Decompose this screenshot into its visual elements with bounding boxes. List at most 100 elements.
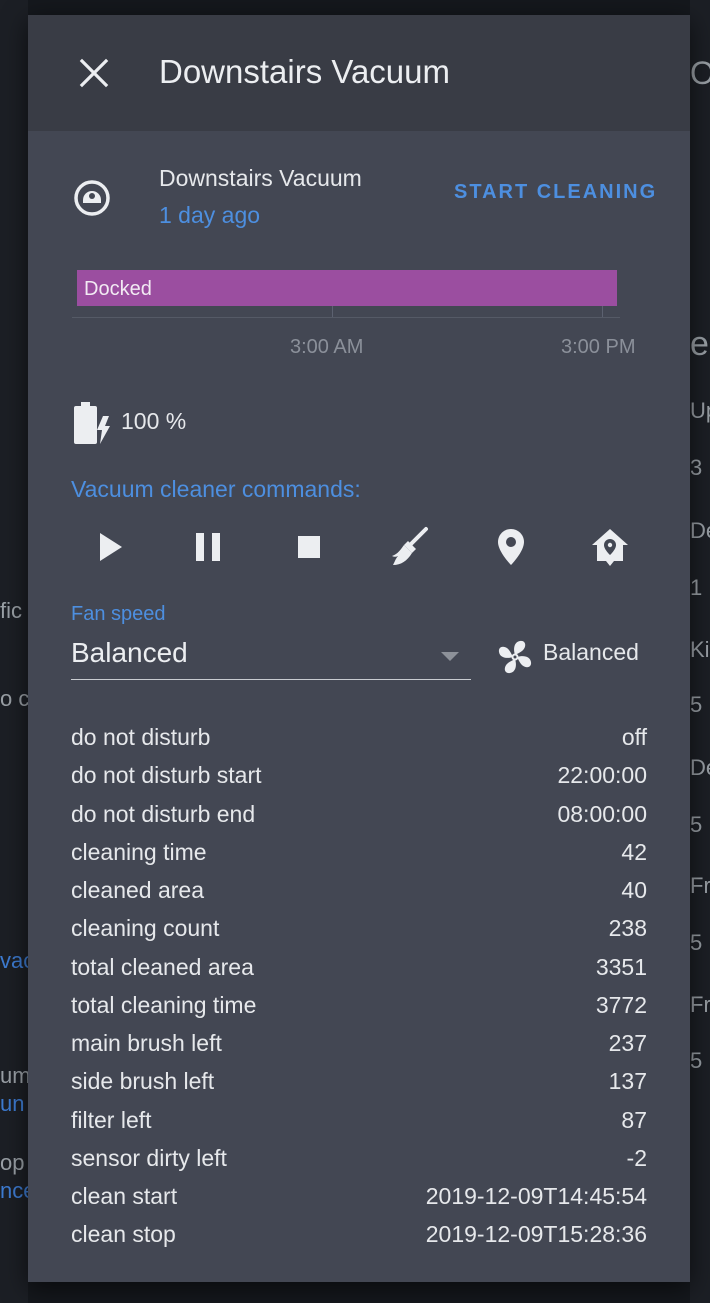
history-timeline: Docked 3:00 AM 3:00 PM: [72, 260, 652, 370]
locate-button[interactable]: [489, 525, 533, 569]
attribute-value: 08:00:00: [557, 800, 647, 827]
attribute-value: 42: [621, 838, 647, 865]
attribute-name: clean start: [71, 1183, 178, 1209]
home-map-marker-icon: [592, 529, 628, 566]
attribute-value: 137: [608, 1068, 647, 1095]
background-text: 1: [690, 575, 703, 600]
close-button[interactable]: [74, 53, 114, 93]
attribute-name: main brush left: [71, 1030, 222, 1056]
attribute-value: 40: [621, 877, 647, 903]
attribute-name: cleaning count: [71, 915, 220, 942]
attribute-value: 237: [608, 1030, 647, 1056]
timeline-state-label: Docked: [84, 278, 152, 300]
attribute-row: sensor dirty left -2: [71, 1142, 647, 1180]
start-cleaning-button[interactable]: START CLEANING: [454, 181, 657, 204]
background-text: Up: [690, 398, 710, 423]
background-text: e: [690, 325, 709, 363]
background-text: fic: [0, 598, 22, 623]
attribute-row: clean start 2019-12-09T14:45:54: [71, 1180, 647, 1218]
attribute-row: do not disturb off: [71, 721, 647, 759]
pause-button[interactable]: [186, 525, 230, 569]
background-text: op: [0, 1150, 25, 1175]
background-text: 3: [690, 455, 703, 480]
background-text: De: [690, 755, 710, 780]
robot-vacuum-icon: [74, 180, 110, 216]
attribute-name: total cleaning time: [71, 991, 257, 1018]
attribute-row: cleaned area 40: [71, 874, 647, 912]
dialog-header: Downstairs Vacuum: [28, 15, 690, 131]
background-text: vac: [0, 948, 28, 973]
attribute-value: 2019-12-09T14:45:54: [425, 1183, 647, 1209]
attribute-name: cleaned area: [71, 877, 204, 903]
timeline-axis: [72, 317, 620, 318]
close-icon: [79, 58, 109, 88]
attribute-row: do not disturb start 22:00:00: [71, 759, 647, 797]
attribute-value: 238: [608, 915, 647, 942]
pause-icon: [196, 533, 220, 561]
stop-button[interactable]: [287, 525, 331, 569]
attribute-name: do not disturb start: [71, 762, 262, 789]
last-changed[interactable]: 1 day ago: [159, 202, 260, 229]
attribute-value: 87: [621, 1106, 647, 1133]
attribute-value: off: [621, 724, 647, 750]
background-text: un: [0, 1091, 25, 1116]
battery-charging-icon: [72, 402, 114, 446]
attribute-row: do not disturb end 08:00:00: [71, 798, 647, 836]
attribute-value: 3772: [595, 991, 647, 1018]
start-button[interactable]: [88, 525, 132, 569]
attribute-row: filter left 87: [71, 1104, 647, 1142]
attribute-value: -2: [626, 1144, 647, 1171]
timeline-tick-label: 3:00 PM: [561, 336, 636, 358]
attribute-name: filter left: [71, 1106, 152, 1133]
attribute-name: do not disturb end: [71, 800, 256, 827]
attribute-row: total cleaned area 3351: [71, 951, 647, 989]
attribute-value: 22:00:00: [557, 762, 647, 789]
background-text: O: [690, 55, 710, 91]
background-text: nce: [0, 1178, 28, 1203]
background-text: 5: [690, 1048, 703, 1073]
broom-icon: [392, 527, 428, 565]
attribute-row: cleaning count 238: [71, 912, 647, 950]
background-text: um: [0, 1063, 28, 1088]
battery-level: 100 %: [121, 408, 187, 434]
timeline-state-bar[interactable]: [77, 270, 617, 306]
entity-name: Downstairs Vacuum: [159, 165, 362, 191]
attribute-row: total cleaning time 3772: [71, 989, 647, 1027]
background-text: 5: [690, 930, 703, 955]
background-text: 5: [690, 692, 703, 717]
fan-speed-label: Fan speed: [71, 603, 166, 625]
attribute-name: do not disturb: [71, 724, 211, 750]
attribute-value: 2019-12-09T15:28:36: [425, 1221, 647, 1248]
commands-label: Vacuum cleaner commands:: [71, 476, 361, 502]
background-text: 5: [690, 812, 703, 837]
attribute-name: side brush left: [71, 1068, 215, 1095]
fan-icon: [495, 637, 535, 677]
attribute-value: 3351: [595, 953, 647, 980]
attribute-name: total cleaned area: [71, 953, 254, 980]
timeline-tick-label: 3:00 AM: [290, 336, 364, 358]
dropdown-caret-icon: [441, 652, 459, 661]
background-text: De: [690, 518, 710, 543]
background-text: Ki: [690, 637, 710, 662]
background-text: Fr: [690, 873, 710, 898]
map-marker-icon: [498, 529, 524, 565]
entity-state-icon: [72, 178, 112, 218]
attribute-name: sensor dirty left: [71, 1144, 227, 1171]
attribute-row: side brush left 137: [71, 1065, 647, 1103]
background-text: o c: [0, 686, 28, 711]
fan-speed-select[interactable]: Balanced: [71, 627, 471, 680]
attribute-row: cleaning time 42: [71, 836, 647, 874]
background-text: Fr: [690, 992, 710, 1017]
dialog-title: Downstairs Vacuum: [159, 53, 450, 90]
attribute-name: cleaning time: [71, 838, 207, 865]
fan-speed-selected: Balanced: [71, 637, 188, 668]
play-icon: [100, 533, 122, 561]
stop-icon: [298, 536, 320, 558]
attribute-row: clean stop 2019-12-09T15:28:36: [71, 1218, 647, 1256]
attribute-row: main brush left 237: [71, 1027, 647, 1065]
attributes-list: do not disturb off do not disturb start …: [71, 721, 647, 1257]
clean-spot-button[interactable]: [388, 525, 432, 569]
attribute-name: clean stop: [71, 1221, 176, 1248]
more-info-dialog: Downstairs Vacuum Downstairs Vacuum 1 da…: [28, 15, 690, 1282]
return-home-button[interactable]: [588, 525, 632, 569]
